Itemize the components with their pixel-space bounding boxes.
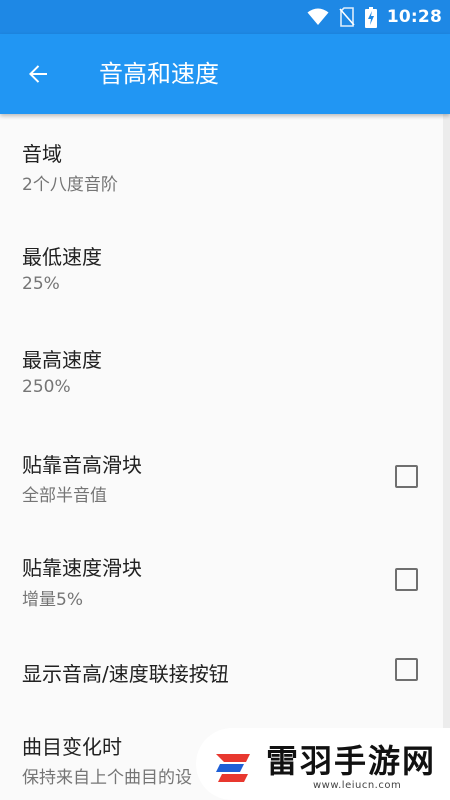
setting-summary: 250% — [22, 377, 71, 397]
back-button[interactable] — [18, 54, 58, 94]
snap-pitch-checkbox[interactable] — [395, 465, 418, 488]
setting-title: 音域 — [22, 142, 62, 166]
app-bar: 音高和速度 — [0, 34, 450, 114]
setting-title: 显示音高/速度联接按钮 — [22, 662, 229, 686]
setting-summary: 增量5% — [22, 590, 83, 610]
setting-show-link-button[interactable]: 显示音高/速度联接按钮 — [0, 632, 443, 726]
arrow-back-icon — [29, 65, 47, 83]
site-logo-icon — [216, 754, 250, 782]
clock: 10:28 — [386, 7, 442, 27]
setting-title: 曲目变化时 — [22, 735, 122, 759]
snap-speed-checkbox[interactable] — [395, 568, 418, 591]
wifi-icon — [307, 8, 329, 25]
setting-title: 贴靠速度滑块 — [22, 556, 142, 580]
show-link-button-checkbox[interactable] — [395, 658, 418, 681]
settings-list: 音域 2个八度音阶 最低速度 25% 最高速度 250% 贴靠音高滑块 全部半音… — [0, 114, 443, 800]
watermark-name: 雷羽手游网 — [266, 742, 437, 780]
setting-summary: 2个八度音阶 — [22, 175, 118, 195]
setting-snap-speed-slider[interactable]: 贴靠速度滑块 增量5% — [0, 528, 443, 632]
setting-summary: 25% — [22, 274, 60, 294]
page-title: 音高和速度 — [99, 60, 219, 88]
status-icons: 10:28 — [307, 6, 442, 28]
setting-min-speed[interactable]: 最低速度 25% — [0, 218, 443, 321]
setting-summary: 全部半音值 — [22, 486, 107, 506]
setting-max-speed[interactable]: 最高速度 250% — [0, 321, 443, 425]
setting-snap-pitch-slider[interactable]: 贴靠音高滑块 全部半音值 — [0, 425, 443, 528]
watermark: 雷羽手游网 www.leiucn.com — [196, 728, 450, 800]
setting-title: 贴靠音高滑块 — [22, 453, 142, 477]
watermark-url: www.leiucn.com — [313, 780, 402, 791]
battery-charging-icon — [364, 6, 377, 28]
scrollbar[interactable] — [443, 114, 450, 800]
setting-title: 最高速度 — [22, 348, 102, 372]
status-bar: 10:28 — [0, 0, 450, 34]
no-sim-icon — [339, 7, 355, 27]
setting-pitch-range[interactable]: 音域 2个八度音阶 — [0, 114, 443, 218]
setting-title: 最低速度 — [22, 245, 102, 269]
setting-summary: 保持来自上个曲目的设 — [22, 768, 192, 788]
